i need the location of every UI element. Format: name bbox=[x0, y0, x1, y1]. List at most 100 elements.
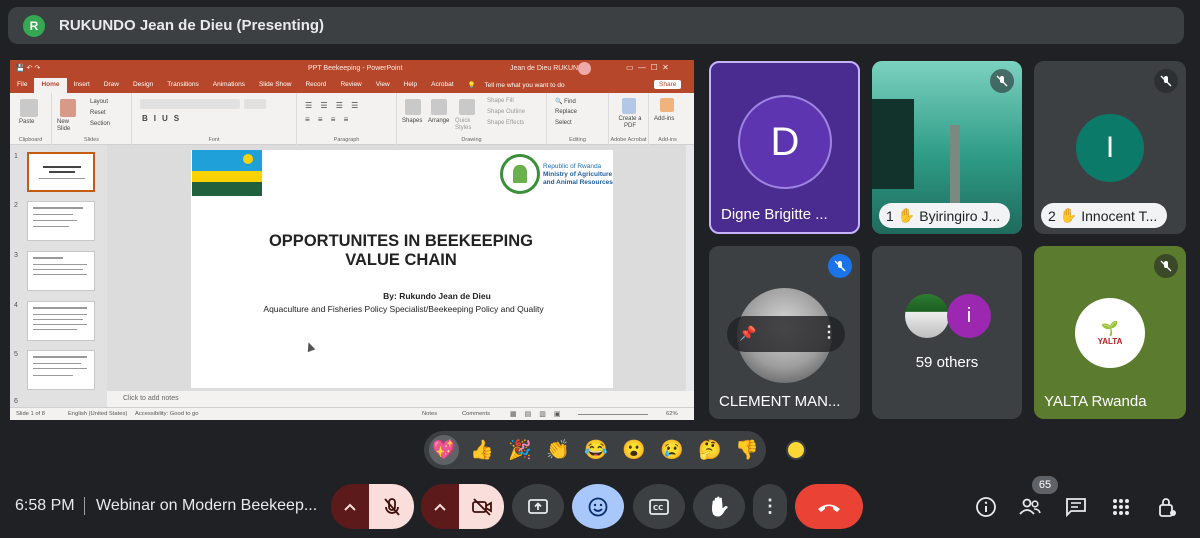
status-language[interactable]: English (United States) bbox=[68, 411, 127, 417]
reaction-sad[interactable]: 😢 bbox=[659, 437, 685, 463]
activities-button[interactable] bbox=[1108, 494, 1134, 520]
reaction-thumbs-up[interactable]: 👍 bbox=[469, 437, 495, 463]
share-button[interactable]: Share bbox=[654, 80, 682, 89]
shape-fill-button[interactable]: Shape Fill bbox=[487, 98, 514, 104]
captions-button[interactable]: CC bbox=[633, 484, 685, 529]
addins-icon[interactable] bbox=[660, 98, 674, 112]
ribbon-tab-home[interactable]: Home bbox=[34, 78, 67, 93]
layout-button[interactable]: Layout bbox=[90, 99, 108, 105]
reaction-thinking[interactable]: 🤔 bbox=[697, 437, 723, 463]
reactions-button[interactable] bbox=[572, 484, 624, 529]
ribbon-tab-file[interactable]: File bbox=[10, 78, 34, 93]
shapes-icon[interactable] bbox=[405, 99, 421, 115]
ribbon-tab-animations[interactable]: Animations bbox=[206, 78, 252, 93]
leave-call-button[interactable] bbox=[795, 484, 863, 529]
status-accessibility[interactable]: Accessibility: Good to go bbox=[135, 411, 198, 417]
slide-thumbnail[interactable] bbox=[27, 301, 95, 341]
save-icon[interactable]: 💾 ↶ ↷ bbox=[16, 64, 40, 72]
camera-options-button[interactable] bbox=[421, 484, 459, 529]
ribbon-tab-review[interactable]: Review bbox=[333, 78, 368, 93]
section-button[interactable]: Section bbox=[90, 121, 110, 127]
font-format-icons[interactable]: BIUS bbox=[142, 114, 185, 123]
ribbon-tab-transitions[interactable]: Transitions bbox=[160, 78, 206, 93]
people-icon bbox=[1019, 498, 1041, 515]
reaction-clap[interactable]: 👏 bbox=[545, 437, 571, 463]
ppt-ribbon-tabs: File Home Insert Draw Design Transitions… bbox=[10, 78, 694, 93]
end-call-icon bbox=[818, 504, 840, 512]
slide-thumbnail[interactable] bbox=[27, 251, 95, 291]
ribbon-tab-insert[interactable]: Insert bbox=[67, 78, 97, 93]
pin-icon[interactable]: 📌 bbox=[739, 325, 756, 342]
mic-options-button[interactable] bbox=[331, 484, 369, 529]
rwanda-flag-image bbox=[192, 150, 262, 196]
more-options-icon[interactable]: ⋮ bbox=[821, 322, 837, 342]
ribbon-tab-view[interactable]: View bbox=[369, 78, 397, 93]
comments-toggle[interactable]: Comments bbox=[462, 411, 490, 417]
raise-hand-button[interactable]: ✋ bbox=[693, 484, 745, 529]
font-name-box[interactable] bbox=[140, 99, 240, 109]
participant-tile[interactable]: 📌 ⋮ CLEMENT MAN... bbox=[709, 246, 860, 419]
replace-button[interactable]: Replace bbox=[555, 109, 577, 115]
find-button[interactable]: 🔍 Find bbox=[555, 98, 576, 105]
slide-thumbnail[interactable] bbox=[27, 350, 95, 390]
people-button[interactable] bbox=[1017, 494, 1043, 520]
ppt-user-avatar[interactable] bbox=[578, 62, 591, 75]
tell-me-box[interactable]: 💡 Tell me what you want to do bbox=[461, 78, 579, 93]
paste-icon[interactable] bbox=[20, 99, 38, 117]
ribbon-tab-slideshow[interactable]: Slide Show bbox=[252, 78, 299, 93]
camera-toggle-button[interactable] bbox=[459, 484, 504, 529]
ribbon-tab-draw[interactable]: Draw bbox=[97, 78, 126, 93]
slide-thumbnail[interactable] bbox=[27, 201, 95, 241]
vertical-scrollbar[interactable] bbox=[686, 145, 694, 407]
create-pdf-icon[interactable] bbox=[622, 98, 636, 114]
microphone-control bbox=[331, 484, 414, 529]
ribbon-tab-record[interactable]: Record bbox=[298, 78, 333, 93]
reaction-surprised[interactable]: 😮 bbox=[621, 437, 647, 463]
ministry-line-3: and Animal Resources bbox=[543, 179, 613, 187]
drawing-label: Drawing bbox=[461, 137, 482, 143]
new-slide-icon[interactable] bbox=[60, 99, 76, 117]
host-controls-button[interactable] bbox=[1154, 494, 1180, 520]
shape-effects-button[interactable]: Shape Effects bbox=[487, 120, 524, 126]
notes-pane[interactable]: Click to add notes bbox=[107, 391, 694, 407]
reset-button[interactable]: Reset bbox=[90, 110, 106, 116]
align-icons[interactable]: ≡ ≡ ≡ ≡ bbox=[305, 115, 351, 124]
shape-outline-button[interactable]: Shape Outline bbox=[487, 109, 525, 115]
participant-tile[interactable]: 🌱 YALTA YALTA Rwanda bbox=[1034, 246, 1186, 419]
more-options-button[interactable]: ⋮ bbox=[753, 484, 787, 529]
zoom-slider[interactable] bbox=[578, 414, 648, 415]
notes-toggle[interactable]: Notes bbox=[422, 411, 437, 417]
participant-tile[interactable]: I 2 ✋ Innocent T... bbox=[1034, 61, 1186, 234]
window-controls-icon[interactable]: ▭ — ☐ ✕ bbox=[626, 63, 669, 72]
mic-toggle-button[interactable] bbox=[369, 484, 414, 529]
chat-button[interactable] bbox=[1063, 494, 1089, 520]
others-tile[interactable]: i 59 others bbox=[872, 246, 1022, 419]
present-screen-button[interactable] bbox=[512, 484, 564, 529]
meeting-details-button[interactable] bbox=[973, 494, 999, 520]
participant-tile[interactable]: 1 ✋ Byiringiro J... bbox=[872, 61, 1022, 234]
ribbon-tab-help[interactable]: Help bbox=[397, 78, 424, 93]
zoom-level[interactable]: 62% bbox=[666, 411, 678, 417]
mic-off-icon bbox=[383, 497, 400, 516]
reaction-laugh[interactable]: 😂 bbox=[583, 437, 609, 463]
raised-hand-badge: 1 ✋ Byiringiro J... bbox=[879, 203, 1011, 228]
participant-name: Innocent T... bbox=[1081, 207, 1158, 224]
arrange-icon[interactable] bbox=[431, 99, 447, 115]
ribbon-tab-acrobat[interactable]: Acrobat bbox=[424, 78, 460, 93]
shared-screen[interactable]: 💾 ↶ ↷ PPT Beekeeping - PowerPoint Jean d… bbox=[10, 60, 694, 420]
current-slide[interactable]: Republic of Rwanda Ministry of Agricultu… bbox=[191, 150, 613, 388]
ribbon-tab-design[interactable]: Design bbox=[126, 78, 160, 93]
reaction-party[interactable]: 🎉 bbox=[507, 437, 533, 463]
font-size-box[interactable] bbox=[244, 99, 266, 109]
slide-thumbnails-pane[interactable]: 1 2 3 4 5 6 bbox=[10, 145, 107, 407]
view-buttons-icon[interactable]: ▦▤▥▣ bbox=[510, 410, 568, 418]
slide-thumbnail[interactable] bbox=[27, 152, 95, 192]
quick-styles-icon[interactable] bbox=[459, 99, 475, 115]
ministry-seal-logo bbox=[500, 154, 540, 194]
select-button[interactable]: Select bbox=[555, 120, 572, 126]
reaction-thumbs-down[interactable]: 👎 bbox=[734, 437, 760, 463]
skin-tone-picker[interactable] bbox=[786, 440, 806, 460]
list-icons[interactable]: ☰ ☰ ☰ ☰ bbox=[305, 101, 361, 110]
participant-tile[interactable]: D Digne Brigitte ... bbox=[709, 61, 860, 234]
reaction-heart[interactable]: 💖 bbox=[429, 435, 459, 465]
